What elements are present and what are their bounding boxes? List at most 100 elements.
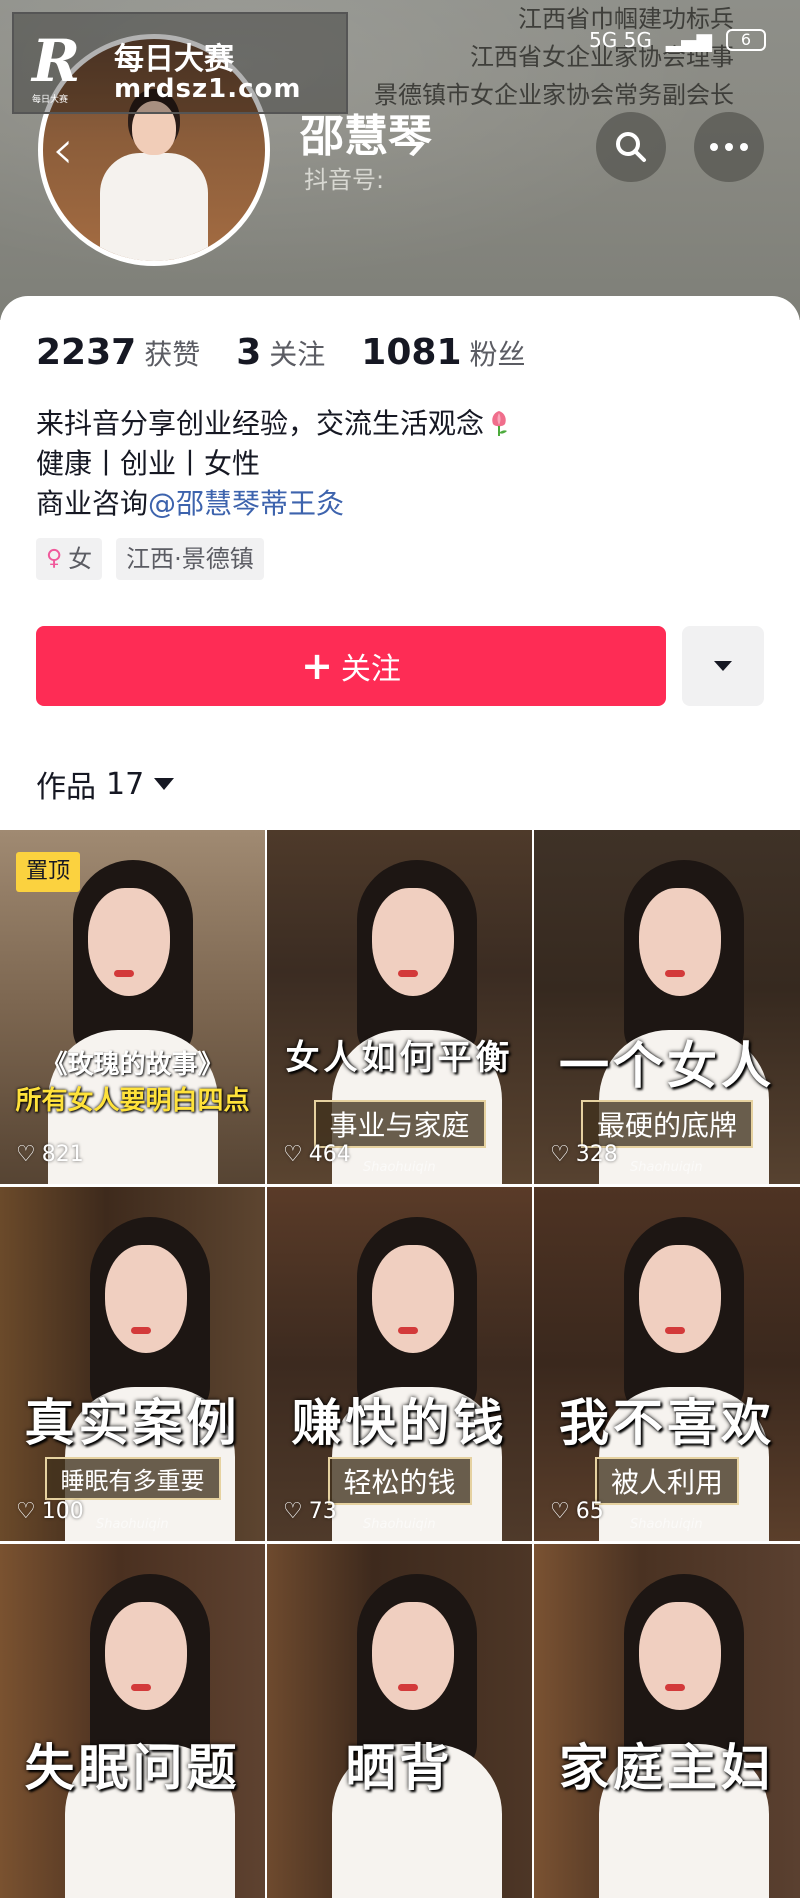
video-title: 《玫瑰的故事》 — [41, 1050, 224, 1080]
caret-down-icon — [714, 661, 732, 671]
more-icon — [710, 143, 748, 151]
video-caption-box: 事业与家庭 — [313, 1100, 486, 1148]
avatar-body — [100, 153, 208, 261]
like-count-value: 328 — [575, 1142, 618, 1167]
like-count: ♡ 65 — [550, 1499, 604, 1524]
person-face — [87, 888, 170, 996]
person-lips — [397, 970, 418, 977]
video-tile[interactable]: 我不喜欢 被人利用 ♡ 65 Shaohuiqin — [534, 1187, 800, 1541]
person-face — [639, 1245, 721, 1353]
video-subtitle: 所有女人要明白四点 — [15, 1086, 250, 1116]
like-count: ♡ 100 — [16, 1499, 84, 1524]
avatar-person — [94, 91, 214, 261]
person-lips — [130, 1327, 151, 1334]
video-caption: 家庭主妇 — [559, 1739, 775, 1797]
back-arrow-icon[interactable]: ‹ — [52, 120, 92, 180]
female-icon: ♀ — [46, 546, 63, 571]
watermark-logo-sub: 每日大赛 — [32, 95, 69, 105]
bio-text: 商业咨询 — [36, 487, 149, 520]
heart-icon: ♡ — [550, 1142, 570, 1167]
gender-label: 女 — [68, 545, 93, 573]
person-lips — [397, 1327, 418, 1334]
video-caption: 真实案例 — [24, 1394, 241, 1452]
watermark-logo-mark: R — [32, 27, 81, 95]
person-lips — [397, 1684, 418, 1691]
stat-value: 2237 — [36, 332, 137, 373]
location-tag: 江西·景德镇 — [116, 538, 264, 580]
profile-card: 2237 获赞 3 关注 1081 粉丝 来抖音分享创业经验，交流生活观念 健康丨创业… — [0, 296, 800, 1898]
works-grid: 置顶 《玫瑰的故事》 所有女人要明白四点 ♡ 821 女人如何平衡 事业与家庭 ♡… — [0, 830, 800, 1898]
video-caption: 女人如何平衡 — [285, 1038, 514, 1078]
video-tile[interactable]: 真实案例 睡眠有多重要 ♡ 100 Shaohuiqin — [0, 1187, 265, 1541]
battery-icon: 6 — [726, 29, 766, 51]
person-face — [371, 888, 454, 996]
video-tile[interactable]: 一个女人 最硬的底牌 ♡ 328 Shaohuiqin — [534, 830, 800, 1184]
bio-mention-link[interactable]: @邵慧琴蒂王灸 — [148, 487, 344, 520]
heart-icon: ♡ — [16, 1499, 36, 1524]
gender-tag: ♀ 女 — [36, 538, 103, 580]
person-face — [104, 1245, 187, 1353]
video-caption: 一个女人 — [559, 1037, 775, 1095]
like-count: ♡ 821 — [16, 1142, 84, 1167]
watermark-url: mrdsz1.com — [114, 74, 302, 104]
video-tile[interactable]: 失眠问题 — [0, 1544, 265, 1898]
stat-following[interactable]: 3 关注 — [236, 332, 325, 373]
bio-line: 商业咨询@邵慧琴蒂王灸 — [36, 484, 510, 524]
like-count-value: 65 — [575, 1499, 604, 1524]
honors-text: 江西省巾帼建功标兵 江西省女企业家协会理事 景德镇市女企业家协会常务副会长 — [374, 0, 734, 114]
video-caption-box: 被人利用 — [594, 1457, 740, 1505]
caret-down-icon — [154, 778, 175, 790]
profile-stats: 2237 获赞 3 关注 1081 粉丝 — [36, 332, 526, 373]
search-icon — [616, 132, 646, 162]
follow-label: 关注 — [340, 652, 401, 687]
bio-line: 来抖音分享创业经验，交流生活观念 — [36, 404, 510, 444]
video-caption: 失眠问题 — [24, 1739, 241, 1797]
stat-followers[interactable]: 1081 粉丝 — [361, 332, 525, 373]
network-indicator: 5G 5G — [589, 28, 652, 52]
person-face — [639, 888, 721, 996]
profile-bio: 来抖音分享创业经验，交流生活观念 健康丨创业丨女性 商业咨询@邵慧琴蒂王灸 — [36, 404, 510, 524]
plus-icon: + — [301, 644, 333, 688]
heart-icon: ♡ — [16, 1142, 36, 1167]
person-face — [371, 1245, 454, 1353]
video-caption-box: 轻松的钱 — [327, 1457, 472, 1505]
heart-icon: ♡ — [283, 1142, 303, 1167]
person-lips — [665, 1684, 685, 1691]
video-caption-box: 最硬的底牌 — [580, 1100, 754, 1148]
stat-label: 关注 — [269, 338, 326, 371]
follow-button[interactable]: + 关注 — [36, 626, 666, 706]
stat-value: 1081 — [361, 332, 462, 373]
video-tile[interactable]: 置顶 《玫瑰的故事》 所有女人要明白四点 ♡ 821 — [0, 830, 265, 1184]
works-label: 作品 — [36, 770, 96, 805]
video-caption: 晒背 — [345, 1739, 454, 1797]
person-face — [639, 1602, 721, 1710]
works-tab[interactable]: 作品 17 — [36, 762, 175, 806]
heart-icon: ♡ — [550, 1499, 570, 1524]
person-lips — [665, 970, 685, 977]
video-tile[interactable]: 晒背 — [267, 1544, 532, 1898]
douyin-id: 抖音号: — [304, 166, 385, 194]
bio-text: 来抖音分享创业经验，交流生活观念 — [36, 407, 485, 440]
thumbnail-person — [47, 860, 218, 1184]
video-tile[interactable]: 赚快的钱 轻松的钱 ♡ 73 Shaohuiqin — [267, 1187, 532, 1541]
recommend-dropdown-button[interactable] — [682, 626, 764, 706]
like-count: ♡ 328 — [550, 1142, 618, 1167]
person-lips — [665, 1327, 685, 1334]
bio-line: 健康丨创业丨女性 — [36, 447, 261, 480]
search-button[interactable] — [596, 112, 666, 182]
signal-icon: ▂▄▆ — [665, 28, 712, 52]
like-count-value: 464 — [308, 1142, 351, 1167]
more-options-button[interactable] — [694, 112, 764, 182]
watermark-title: 每日大赛 — [114, 42, 234, 77]
location-label: 江西·景德镇 — [126, 545, 254, 573]
like-count: ♡ 464 — [283, 1142, 351, 1167]
person-lips — [130, 1684, 151, 1691]
stat-likes[interactable]: 2237 获赞 — [36, 332, 200, 373]
person-face — [104, 1602, 187, 1710]
signature-watermark: Shaohuiqin — [363, 1160, 436, 1175]
works-count: 17 — [106, 766, 145, 802]
video-tile[interactable]: 家庭主妇 — [534, 1544, 800, 1898]
heart-icon: ♡ — [283, 1499, 303, 1524]
signature-watermark: Shaohuiqin — [96, 1517, 169, 1532]
video-tile[interactable]: 女人如何平衡 事业与家庭 ♡ 464 Shaohuiqin — [267, 830, 532, 1184]
